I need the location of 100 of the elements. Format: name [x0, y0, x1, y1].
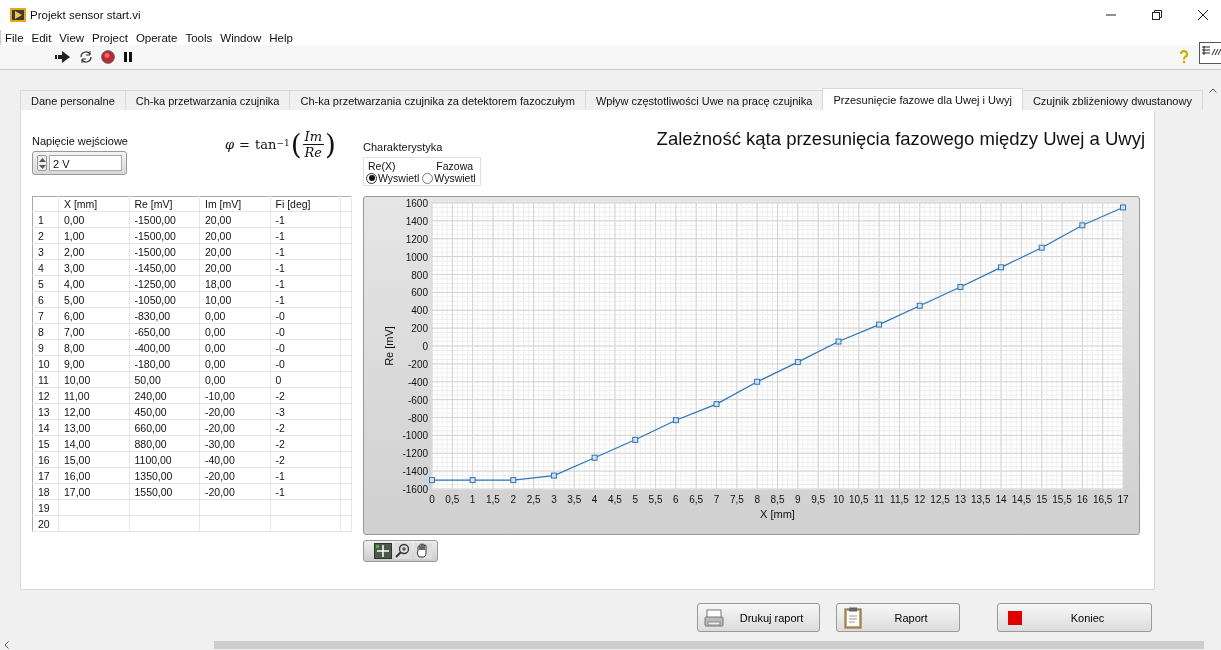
row-number: 17: [32, 467, 59, 484]
table-cell: 50,00: [129, 371, 200, 388]
stop-button[interactable]: Koniec: [997, 603, 1152, 632]
row-number: 12: [32, 387, 59, 404]
tab[interactable]: Czujnik zbliżeniowy dwustanowy: [1021, 90, 1203, 110]
table-cell: -0: [270, 339, 341, 356]
zoom-icon[interactable]: [394, 543, 412, 559]
option-heading: Re(X): [368, 160, 396, 172]
table-cell: 0: [270, 371, 341, 388]
value-field[interactable]: 2 V: [49, 155, 122, 171]
data-marker: [429, 477, 435, 484]
radio-label[interactable]: Wyswietl: [434, 172, 476, 184]
tab[interactable]: Ch-ka przetwarzania czujnika za detektorem fazoczułym: [289, 90, 586, 110]
table-cell: 18,00: [199, 275, 270, 292]
table-cell: -1500,00: [129, 227, 200, 244]
row-number: 16: [32, 451, 59, 468]
menu-item[interactable]: File: [5, 31, 24, 44]
table-cell: 0,00: [199, 355, 270, 372]
radio-button[interactable]: Wyswietl: [366, 172, 420, 184]
menu-item[interactable]: Project: [92, 31, 128, 44]
column-header: Fi [deg]: [270, 196, 341, 212]
table-cell: -2: [270, 419, 341, 436]
table-cell: 3,00: [58, 259, 129, 276]
table-cell: -40,00: [199, 451, 270, 468]
caret-left-icon: [4, 641, 9, 649]
caret-up-icon: [38, 157, 46, 162]
row-number: 6: [32, 291, 59, 308]
data-marker: [632, 436, 639, 443]
report-button[interactable]: Raport: [836, 603, 960, 632]
axis-label: 9,5: [811, 494, 826, 505]
window-title: Projekt sensor start.vi: [30, 9, 141, 21]
tab[interactable]: Wpływ częstotliwości Uwe na pracę czujnika: [585, 90, 824, 110]
hand-icon[interactable]: [414, 543, 432, 559]
table-cell: -830,00: [129, 307, 200, 324]
menu-item[interactable]: Window: [220, 31, 262, 44]
scrollbar[interactable]: [0, 640, 1221, 650]
table-cell: 0,00: [199, 339, 270, 356]
axis-label: -200: [408, 358, 428, 370]
data-marker: [957, 284, 964, 290]
print-button[interactable]: Drukuj raport: [697, 603, 820, 632]
data-marker: [794, 359, 801, 366]
table-cell: 0,00: [199, 323, 270, 340]
arrow-icon[interactable]: [55, 51, 71, 63]
panel-toggle[interactable]: [1199, 42, 1221, 64]
spin-buttons[interactable]: [37, 155, 47, 171]
row-number: 9: [32, 339, 59, 356]
menu-item[interactable]: View: [59, 31, 85, 44]
table-cell: -650,00: [129, 323, 200, 340]
tab[interactable]: Ch-ka przetwarzania czujnika: [124, 90, 291, 110]
restore-icon[interactable]: [1151, 9, 1163, 21]
column-header: X [mm]: [58, 196, 129, 212]
table-cell: 20,00: [199, 243, 270, 260]
axis-label: 14,5: [1011, 494, 1032, 505]
ruler-icon: [1200, 45, 1221, 57]
row-number: 8: [32, 323, 59, 340]
pause-icon[interactable]: [123, 51, 133, 63]
table-cell: 7,00: [58, 323, 129, 340]
menu-item[interactable]: Tools: [185, 31, 213, 44]
table-cell: -1: [270, 211, 341, 228]
radio-circle[interactable]: [366, 172, 377, 184]
table-cell: -1: [270, 483, 341, 500]
radio-circle[interactable]: [422, 172, 434, 184]
table-cell: 1,00: [58, 227, 129, 244]
axis-label: 0: [429, 494, 435, 505]
menu-item[interactable]: Operate: [135, 31, 178, 44]
table-cell: -1: [270, 227, 341, 244]
clipboard-icon: [843, 606, 863, 629]
axis-label: -1200: [402, 448, 428, 460]
scrollbar-thumb[interactable]: [214, 641, 1204, 649]
close-icon[interactable]: [1197, 9, 1209, 21]
column-header: Im [mV]: [199, 196, 270, 212]
menu-item[interactable]: Help: [269, 31, 293, 44]
stop-icon[interactable]: [101, 50, 115, 64]
axis-label: 7,5: [729, 494, 744, 505]
table-cell: -2: [270, 451, 341, 468]
printer-icon: [704, 608, 724, 627]
table-cell: -0: [270, 307, 341, 324]
radio-button[interactable]: Wyswietl: [422, 172, 476, 184]
menu-item[interactable]: Edit: [31, 31, 52, 44]
crosshair-icon[interactable]: [374, 543, 392, 559]
axis-label: -1600: [402, 484, 428, 495]
table-cell: 1100,00: [129, 451, 200, 468]
axis-label: 400: [411, 305, 428, 317]
table-cell: -400,00: [129, 339, 200, 356]
tab[interactable]: Przesunięcie fazowe dla Uwej i Uwyj: [822, 88, 1023, 110]
radio-label[interactable]: Wyswietl: [378, 172, 420, 184]
table-cell: 1350,00: [129, 467, 200, 484]
axis-label: 1000: [405, 251, 428, 263]
axis-label: 1600: [405, 198, 428, 209]
table-cell: -2: [270, 387, 341, 404]
row-number: 18: [32, 483, 59, 500]
data-marker: [916, 302, 923, 309]
row-number: 20: [32, 515, 59, 532]
axis-label: 10: [832, 494, 845, 505]
axis-label: 5,5: [648, 494, 663, 505]
cycle-arrows-icon[interactable]: [79, 50, 93, 64]
axis-label: 7: [713, 494, 720, 505]
table-cell: 15,00: [58, 451, 129, 468]
axis-title: X [mm]: [760, 508, 795, 520]
tab[interactable]: Dane personalne: [20, 90, 126, 110]
